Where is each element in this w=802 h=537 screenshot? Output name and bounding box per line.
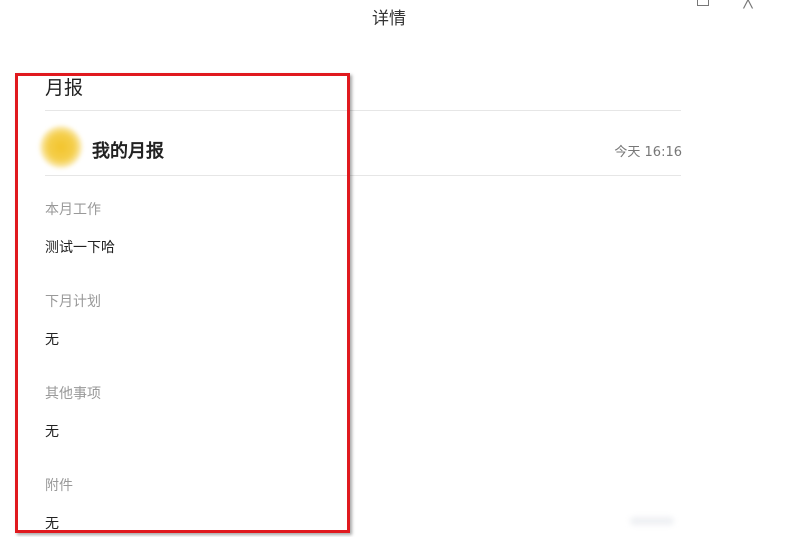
report-title: 月报 [45,77,84,99]
section-label-attachment: 附件 [45,478,73,494]
section-label-other: 其他事项 [45,386,101,402]
section-value-this-month: 测试一下哈 [45,240,115,256]
title-divider [45,110,681,111]
window-title: 详情 [372,9,406,29]
author-name: 我的月报 [92,141,164,162]
report-timestamp: 今天 16:16 [614,145,682,160]
section-label-next-month: 下月计划 [45,294,101,310]
section-value-other: 无 [45,424,59,440]
section-value-attachment: 无 [45,516,59,532]
section-label-this-month: 本月工作 [45,202,101,218]
section-value-next-month: 无 [45,332,59,348]
close-icon[interactable]: ╳ [738,0,758,9]
blurred-area [630,517,674,525]
header-divider [45,175,681,176]
maximize-icon[interactable] [693,0,713,8]
avatar[interactable] [40,126,82,168]
